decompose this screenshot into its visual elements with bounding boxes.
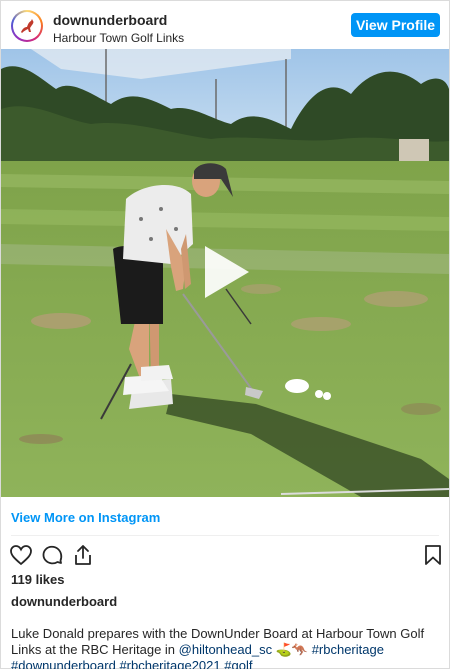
- caption: Luke Donald prepares with the DownUnder …: [11, 626, 441, 669]
- bookmark-icon[interactable]: [421, 543, 445, 567]
- hashtag-link[interactable]: #rbcheritage2021: [119, 658, 220, 669]
- avatar[interactable]: [11, 10, 43, 42]
- username-link[interactable]: downunderboard: [53, 12, 184, 28]
- instagram-embed: downunderboard Harbour Town Golf Links V…: [0, 0, 450, 669]
- view-more-link[interactable]: View More on Instagram: [11, 510, 160, 525]
- hashtag-link[interactable]: #downunderboard: [11, 658, 116, 669]
- video-thumbnail[interactable]: [1, 49, 449, 497]
- share-icon[interactable]: [71, 543, 95, 567]
- hashtag-link[interactable]: #golf: [224, 658, 252, 669]
- view-profile-button[interactable]: View Profile: [351, 13, 440, 37]
- divider: [11, 535, 439, 536]
- location-link[interactable]: Harbour Town Golf Links: [53, 30, 184, 46]
- kangaroo-logo-icon: [13, 12, 41, 40]
- action-bar: [1, 541, 449, 569]
- play-icon[interactable]: [193, 240, 257, 304]
- mention-link[interactable]: @hiltonhead_sc: [179, 642, 272, 657]
- caption-emoji: ⛳🦘: [272, 642, 312, 657]
- heart-icon[interactable]: [9, 543, 33, 567]
- comment-icon[interactable]: [40, 543, 64, 567]
- likes-count[interactable]: 119 likes: [11, 572, 65, 587]
- caption-username[interactable]: downunderboard: [11, 594, 117, 609]
- hashtag-link[interactable]: #rbcheritage: [312, 642, 384, 657]
- post-header: downunderboard Harbour Town Golf Links V…: [1, 1, 449, 49]
- account-info: downunderboard Harbour Town Golf Links: [53, 12, 184, 46]
